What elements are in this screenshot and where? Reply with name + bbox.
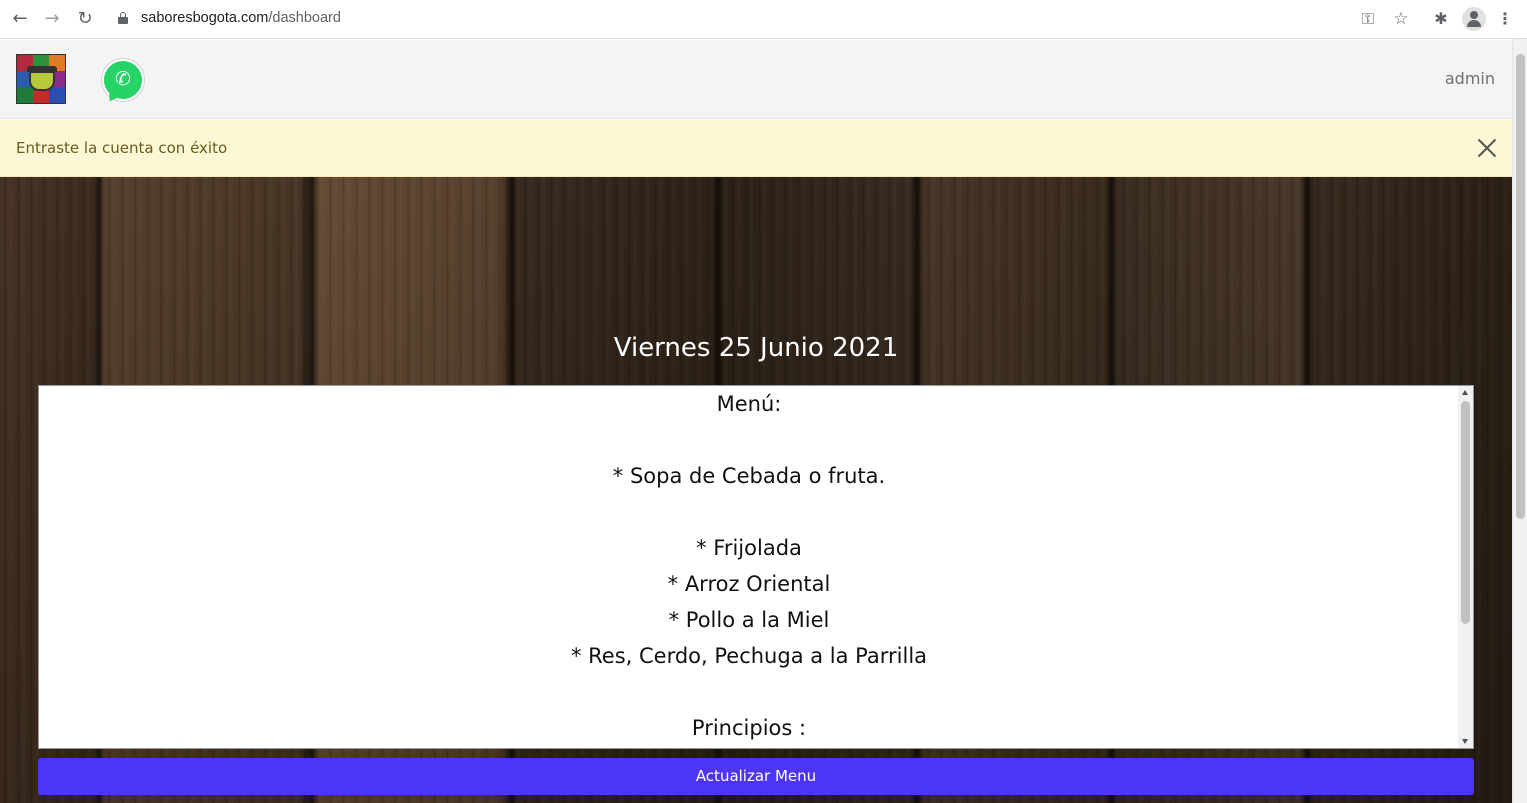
scroll-up-arrow-icon[interactable] — [1462, 390, 1468, 395]
page-scrollbar[interactable] — [1512, 39, 1527, 803]
admin-link[interactable]: admin — [1445, 69, 1495, 88]
address-bar[interactable]: saboresbogota.com/dashboard — [108, 4, 1420, 34]
textarea-scrollbar[interactable] — [1458, 386, 1473, 748]
site-header: ✆ admin — [0, 40, 1512, 119]
menu-line: * Res, Cerdo, Pechuga a la Parrilla — [570, 644, 928, 668]
menu-line: * Frijolada — [696, 536, 802, 560]
menu-line — [39, 494, 1459, 530]
forward-arrow-icon[interactable]: → — [41, 8, 63, 30]
success-alert: Entraste la cuenta con éxito — [0, 120, 1512, 177]
scroll-down-arrow-icon[interactable] — [1462, 739, 1468, 744]
menu-text-lines: Menú: * Sopa de Cebada o fruta. * Frijol… — [39, 386, 1459, 746]
phone-icon: ✆ — [115, 68, 131, 90]
bookmark-star-icon[interactable]: ☆ — [1390, 8, 1412, 30]
menu-line: Menú: — [716, 392, 782, 416]
lock-icon[interactable] — [118, 12, 128, 24]
menu-line: * Sopa de Cebada o fruta. — [612, 464, 886, 488]
menu-line: Principios : — [691, 716, 807, 740]
menu-date-heading: Viernes 25 Junio 2021 — [613, 333, 899, 363]
close-icon[interactable] — [1476, 137, 1498, 159]
key-icon[interactable]: ⚿ — [1357, 8, 1379, 30]
menu-line — [39, 422, 1459, 458]
url-text[interactable]: saboresbogota.com/dashboard — [141, 10, 341, 26]
update-menu-button[interactable]: Actualizar Menu — [38, 758, 1474, 795]
profile-avatar-icon[interactable] — [1462, 7, 1486, 31]
whatsapp-icon[interactable]: ✆ — [102, 59, 144, 105]
extensions-puzzle-icon[interactable]: ✱ — [1430, 8, 1452, 30]
back-arrow-icon[interactable]: ← — [9, 8, 31, 30]
reload-icon[interactable]: ↻ — [74, 8, 96, 30]
browser-menu-icon[interactable]: ⋮ — [1494, 8, 1516, 30]
url-path: /dashboard — [268, 10, 341, 26]
browser-toolbar: ← → ↻ saboresbogota.com/dashboard ⚿ ☆ ✱ … — [0, 0, 1527, 39]
page-scrollbar-thumb[interactable] — [1516, 54, 1525, 519]
menu-line: * Arroz Oriental — [667, 572, 831, 596]
url-host: saboresbogota.com — [141, 10, 269, 26]
scrollbar-thumb[interactable] — [1461, 401, 1470, 624]
pot-icon — [29, 71, 55, 91]
alert-message: Entraste la cuenta con éxito — [16, 139, 228, 157]
restaurant-logo[interactable] — [16, 54, 66, 104]
menu-line: * Pollo a la Miel — [668, 608, 830, 632]
menu-textarea[interactable]: Menú: * Sopa de Cebada o fruta. * Frijol… — [38, 385, 1474, 749]
whatsapp-bubble-tail — [104, 90, 120, 105]
menu-line — [39, 674, 1459, 710]
